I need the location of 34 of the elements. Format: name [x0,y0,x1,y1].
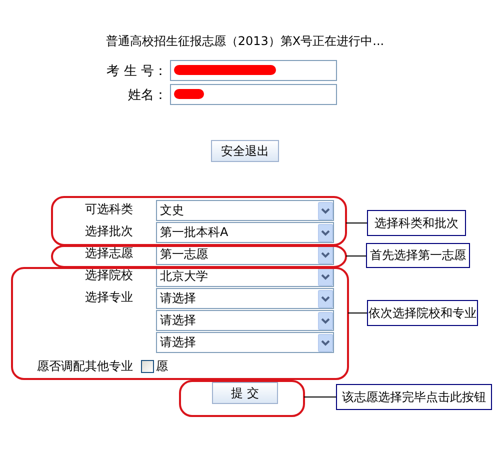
checkbox[interactable] [141,360,154,372]
chevron-icon [318,246,333,264]
page-title: 普通高校招生征报志愿（2013）第X号正在进行中... [104,33,386,50]
leader-line [346,222,368,224]
input-field[interactable] [170,60,337,81]
logout-button[interactable]: 安全退出 [211,140,279,162]
leader-line [348,312,368,314]
leader-line [304,396,336,398]
submit-button[interactable]: 提 交 [212,382,278,404]
chevron-icon [318,312,333,330]
field-label: 姓名： [127,86,168,104]
callout-box: 依次选择院校和专业 [367,300,478,326]
callout-box: 该志愿选择完毕点击此按钮 [336,384,492,410]
chevron-icon [318,268,333,286]
checkbox-label: 愿 [156,358,168,374]
field-label: 考 生 号： [106,62,168,80]
field-label: 愿否调配其他专业 [37,359,133,373]
select-dropdown[interactable]: 第一批本科A [156,222,334,243]
callout-box: 选择科类和批次 [367,210,466,236]
select-dropdown[interactable]: 请选择 [156,310,334,331]
chevron-icon [318,202,333,220]
chevron-icon [318,334,333,352]
field-label: 选择批次 [85,224,133,238]
chevron-icon [318,224,333,242]
select-dropdown[interactable]: 请选择 [156,288,334,309]
field-label: 选择院校 [85,268,133,282]
input-field[interactable] [170,84,337,105]
callout-box: 首先选择第一志愿 [366,243,470,268]
select-dropdown[interactable]: 请选择 [156,332,334,353]
field-label: 可选科类 [85,202,133,216]
field-label: 选择志愿 [85,246,133,260]
chevron-icon [318,290,333,308]
select-dropdown[interactable]: 文史 [156,200,334,221]
field-label: 选择专业 [85,290,133,304]
